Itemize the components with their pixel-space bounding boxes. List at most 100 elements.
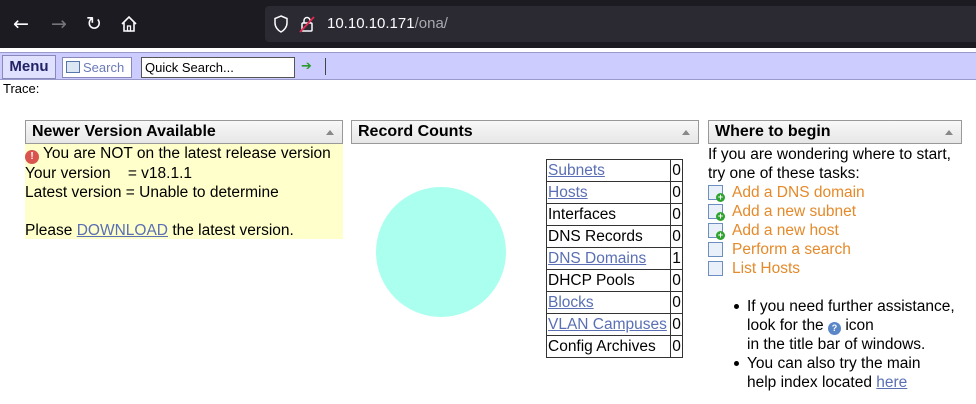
help-text: If you need further assistance, — [747, 298, 955, 315]
count-value: 0 — [670, 313, 683, 336]
search-icon — [708, 242, 723, 257]
count-label-cell: Subnets — [546, 159, 671, 182]
help-text: look for the — [747, 317, 824, 334]
add-host-icon: + — [708, 223, 725, 240]
record-counts-header[interactable]: Record Counts — [351, 120, 699, 144]
count-label-cell: DNS Records — [546, 225, 671, 248]
count-label-cell: Blocks — [546, 291, 671, 314]
app-menubar: Menu Search ➔ — [0, 52, 976, 80]
search-button-label: Search — [83, 60, 125, 75]
count-label-cell: Hosts — [546, 181, 671, 204]
count-row: DNS Records 0 — [546, 225, 683, 248]
count-value: 1 — [670, 247, 683, 270]
record-counts-table: Subnets 0 Hosts 0 Interfaces 0 DNS Records 0 DNS… — [546, 159, 683, 358]
count-row: DNS Domains 1 — [546, 247, 683, 270]
where-intro: If you are wondering where to start, try… — [708, 145, 976, 183]
intro-line-1: If you are wondering where to start, — [708, 146, 951, 163]
task-label: Add a DNS domain — [732, 184, 865, 201]
after-link-text: the latest version. — [172, 222, 294, 239]
add-domain-icon: + — [708, 185, 725, 202]
count-value: 0 — [670, 269, 683, 292]
go-arrow-icon[interactable]: ➔ — [301, 58, 312, 76]
help-text: help index located — [747, 374, 872, 391]
forward-arrow-icon[interactable]: → — [47, 12, 71, 36]
search-form-icon — [66, 61, 80, 73]
help-question-icon: ? — [828, 322, 841, 335]
count-label-link[interactable]: VLAN Campuses — [548, 316, 667, 333]
news-panel-title: Newer Version Available — [32, 123, 216, 140]
help-list: If you need further assistance, look for… — [730, 297, 976, 392]
count-label-link[interactable]: DNS Domains — [548, 250, 646, 267]
count-row: Blocks 0 — [546, 291, 683, 314]
download-link[interactable]: DOWNLOAD — [77, 222, 168, 239]
count-value: 0 — [670, 159, 683, 182]
warning-line: ! You are NOT on the latest release versi… — [25, 144, 343, 164]
count-value: 0 — [670, 225, 683, 248]
count-label: Interfaces — [548, 205, 617, 223]
count-row: DHCP Pools 0 — [546, 269, 683, 292]
count-value: 0 — [670, 203, 683, 226]
url-text: 10.10.10.171/ona/ — [327, 15, 448, 32]
news-panel-header[interactable]: Newer Version Available — [25, 120, 343, 144]
tracking-shield-icon[interactable] — [273, 15, 289, 33]
help-item: You can also try the main help index loc… — [730, 354, 976, 392]
address-bar[interactable]: 10.10.10.171/ona/ — [265, 6, 976, 42]
count-label-link[interactable]: Hosts — [548, 184, 588, 201]
add-subnet-icon: + — [708, 204, 725, 221]
record-counts-pie — [376, 187, 506, 317]
collapse-icon[interactable] — [682, 130, 690, 135]
search-button[interactable]: Search — [62, 57, 132, 78]
task-label: Add a new host — [732, 222, 839, 239]
where-to-begin-title: Where to begin — [715, 123, 831, 140]
latest-version-text: Latest version = Unable to determine — [25, 184, 279, 201]
where-to-begin-header[interactable]: Where to begin — [708, 120, 962, 144]
count-value: 0 — [670, 181, 683, 204]
menubar-divider — [325, 58, 326, 75]
back-arrow-icon[interactable]: ← — [9, 12, 33, 36]
reload-icon[interactable]: ↻ — [82, 12, 106, 36]
collapse-icon[interactable] — [945, 130, 953, 135]
count-label-link[interactable]: Blocks — [548, 294, 594, 311]
help-text: in the title bar of windows. — [747, 336, 926, 353]
count-row: Hosts 0 — [546, 181, 683, 204]
count-label: DHCP Pools — [548, 271, 635, 289]
count-label-cell: VLAN Campuses — [546, 313, 671, 336]
count-row: Subnets 0 — [546, 159, 683, 182]
please-text: Please — [25, 222, 73, 239]
url-host: 10.10.10.171 — [327, 15, 415, 32]
quick-search-input[interactable] — [141, 57, 295, 78]
help-item: If you need further assistance, look for… — [730, 297, 976, 354]
home-icon[interactable] — [117, 12, 141, 36]
help-text: icon — [845, 317, 874, 334]
news-panel-body: ! You are NOT on the latest release versi… — [25, 144, 343, 239]
count-value: 0 — [670, 335, 683, 358]
download-line: Please DOWNLOAD the latest version. — [25, 221, 343, 240]
count-row: Interfaces 0 — [546, 203, 683, 226]
count-label: DNS Records — [548, 227, 643, 245]
list-icon — [708, 261, 723, 276]
count-label-cell: DNS Domains — [546, 247, 671, 270]
help-index-link[interactable]: here — [876, 374, 907, 391]
task-label: Perform a search — [732, 241, 851, 258]
warning-text: You are NOT on the latest release versio… — [43, 145, 331, 162]
menu-button[interactable]: Menu — [2, 55, 56, 79]
count-label-cell: DHCP Pools — [546, 269, 671, 292]
intro-line-2: try one of these tasks: — [708, 165, 860, 182]
collapse-icon[interactable] — [326, 130, 334, 135]
insecure-lock-icon[interactable] — [299, 15, 315, 33]
record-counts-title: Record Counts — [358, 123, 473, 140]
url-path: /ona/ — [414, 15, 448, 32]
warning-icon: ! — [25, 150, 39, 164]
task-label: Add a new subnet — [732, 203, 857, 220]
count-label: Config Archives — [548, 337, 656, 355]
count-row: Config Archives 0 — [546, 335, 683, 358]
browser-toolbar: ← → ↻ 10.10.10.171/ona/ — [0, 0, 976, 48]
count-value: 0 — [670, 291, 683, 314]
trace-label: Trace: — [3, 81, 40, 96]
count-label-cell: Interfaces — [546, 203, 671, 226]
help-text: You can also try the main — [747, 355, 921, 372]
count-label-link[interactable]: Subnets — [548, 162, 605, 179]
count-row: VLAN Campuses 0 — [546, 313, 683, 336]
your-version-text: Your version = v18.1.1 — [25, 165, 193, 182]
task-label: List Hosts — [732, 260, 801, 277]
